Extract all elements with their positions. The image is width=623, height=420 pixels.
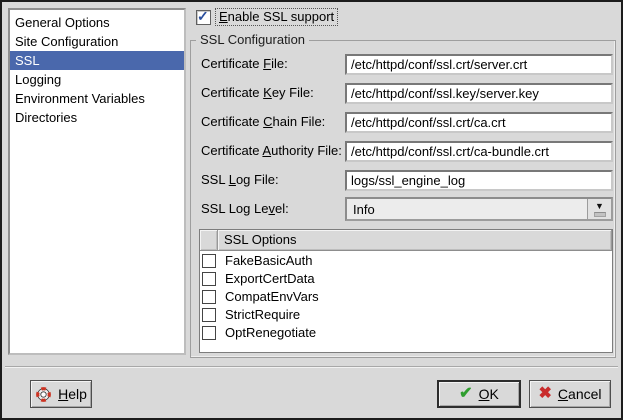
table-row[interactable]: OptRenegotiate <box>200 324 612 341</box>
bottom-separator <box>5 366 618 368</box>
option-label: OptRenegotiate <box>225 325 316 340</box>
table-row[interactable]: CompatEnvVars <box>200 288 612 305</box>
table-row[interactable]: ExportCertData <box>200 270 612 287</box>
option-label: FakeBasicAuth <box>225 253 312 268</box>
help-button-label: Help <box>58 386 87 402</box>
dropdown-grip-icon <box>594 212 606 217</box>
ssl-log-file-input[interactable] <box>345 170 613 191</box>
option-checkbox-fakebasicauth[interactable] <box>202 254 216 268</box>
sidebar-item-directories[interactable]: Directories <box>10 108 184 127</box>
certificate-key-file-label: Certificate Key File: <box>201 85 314 100</box>
ssl-log-level-select[interactable]: Info ▼ <box>345 197 613 221</box>
certificate-file-label: Certificate File: <box>201 56 288 71</box>
option-label: StrictRequire <box>225 307 300 322</box>
checkbox-column-header[interactable] <box>200 230 218 251</box>
option-checkbox-optrenegotiate[interactable] <box>202 326 216 340</box>
enable-ssl-label: Enable SSL support <box>215 8 338 26</box>
ssl-log-level-value: Info <box>347 202 587 217</box>
ok-button-label: OK <box>479 386 499 402</box>
cancel-button[interactable]: ✖ Cancel <box>529 380 611 408</box>
enable-ssl-checkbox[interactable]: Enable SSL support <box>196 8 338 26</box>
category-list: General Options Site Configuration SSL L… <box>8 8 186 355</box>
sidebar-item-environment-variables[interactable]: Environment Variables <box>10 89 184 108</box>
ssl-options-column-header[interactable]: SSL Options <box>218 230 612 251</box>
sidebar-item-logging[interactable]: Logging <box>10 70 184 89</box>
certificate-authority-file-input[interactable] <box>345 141 613 162</box>
certificate-authority-file-label: Certificate Authority File: <box>201 143 342 158</box>
option-checkbox-exportcertdata[interactable] <box>202 272 216 286</box>
table-row[interactable]: FakeBasicAuth <box>200 252 612 269</box>
sidebar-item-ssl[interactable]: SSL <box>10 51 184 70</box>
ssl-log-file-label: SSL Log File: <box>201 172 279 187</box>
lifebuoy-help-icon <box>35 386 52 403</box>
option-checkbox-strictrequire[interactable] <box>202 308 216 322</box>
frame-title: SSL Configuration <box>196 32 309 47</box>
x-icon: ✖ <box>539 386 552 402</box>
option-label: ExportCertData <box>225 271 315 286</box>
table-row[interactable]: StrictRequire <box>200 306 612 323</box>
certificate-chain-file-label: Certificate Chain File: <box>201 114 325 129</box>
table-header-row: SSL Options <box>200 230 612 251</box>
ssl-configuration-frame: SSL Configuration Certificate File: Cert… <box>190 40 616 358</box>
chevron-down-icon: ▼ <box>595 202 604 210</box>
ssl-options-table: SSL Options FakeBasicAuth ExportCertData… <box>199 229 613 353</box>
sidebar-item-general-options[interactable]: General Options <box>10 13 184 32</box>
dropdown-button[interactable]: ▼ <box>587 199 611 219</box>
certificate-chain-file-input[interactable] <box>345 112 613 133</box>
option-label: CompatEnvVars <box>225 289 319 304</box>
certificate-file-input[interactable] <box>345 54 613 75</box>
ssl-log-level-label: SSL Log Level: <box>201 201 289 216</box>
checkbox-checked-icon[interactable] <box>196 10 211 25</box>
help-button[interactable]: Help <box>30 380 92 408</box>
cancel-button-label: Cancel <box>558 386 602 402</box>
certificate-key-file-input[interactable] <box>345 83 613 104</box>
sidebar-item-site-configuration[interactable]: Site Configuration <box>10 32 184 51</box>
check-icon: ✔ <box>459 386 472 402</box>
option-checkbox-compatenvvars[interactable] <box>202 290 216 304</box>
ok-button[interactable]: ✔ OK <box>437 380 521 408</box>
